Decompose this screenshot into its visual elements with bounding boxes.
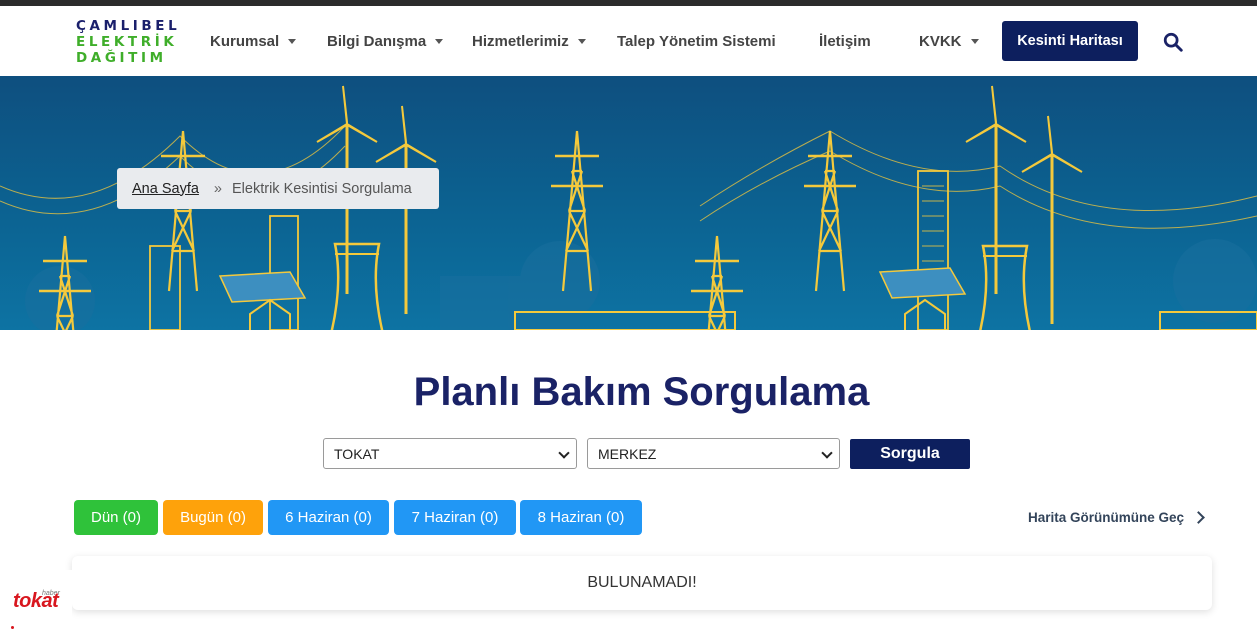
nav-label: Kurumsal — [210, 33, 280, 50]
query-button[interactable]: Sorgula — [850, 439, 970, 469]
hero-banner: Ana Sayfa » Elektrik Kesintisi Sorgulama — [0, 76, 1257, 330]
page-title: Planlı Bakım Sorgulama — [413, 370, 870, 414]
company-logo[interactable]: ÇAMLIBEL ELEKTRİK DAĞITIM — [76, 18, 186, 70]
logo-line-2: ELEKTRİK — [76, 34, 178, 50]
caret-down-icon — [288, 39, 297, 44]
search-icon[interactable] — [1162, 31, 1184, 53]
breadcrumb-current: Elektrik Kesintisi Sorgulama — [232, 180, 412, 197]
caret-down-icon — [577, 39, 586, 44]
tokat-haber-badge[interactable]: haber tokat — [10, 570, 72, 632]
tab-7-june[interactable]: 7 Haziran (0) — [394, 500, 516, 535]
tab-6-june[interactable]: 6 Haziran (0) — [268, 500, 389, 535]
nav-item-kvkk[interactable]: KVKK — [919, 33, 979, 50]
tab-8-june[interactable]: 8 Haziran (0) — [520, 500, 642, 535]
nav-item-bilgi-danisma[interactable]: Bilgi Danışma — [327, 33, 444, 50]
map-view-link-label: Harita Görünümüne Geç — [1028, 510, 1185, 525]
result-card: BULUNAMADI! — [72, 556, 1212, 610]
logo-line-1: ÇAMLIBEL — [76, 18, 181, 34]
map-view-link[interactable]: Harita Görünümüne Geç — [1028, 510, 1205, 525]
caret-down-icon — [970, 39, 979, 44]
tab-today[interactable]: Bugün (0) — [163, 500, 263, 535]
nav-item-talep-yonetim[interactable]: Talep Yönetim Sistemi — [617, 33, 776, 50]
city-select[interactable]: TOKAT — [323, 438, 577, 469]
breadcrumb-separator: » — [213, 180, 222, 197]
nav-item-hizmetlerimiz[interactable]: Hizmetlerimiz — [472, 33, 586, 50]
nav-label: Bilgi Danışma — [327, 33, 427, 50]
nav-label: İletişim — [819, 33, 871, 50]
nav-item-iletisim[interactable]: İletişim — [819, 33, 871, 50]
badge-logo-text: tokat — [13, 590, 59, 612]
nav-label: KVKK — [919, 33, 962, 50]
district-select[interactable]: MERKEZ — [587, 438, 840, 469]
chevron-down-icon — [821, 447, 833, 459]
breadcrumb-home-link[interactable]: Ana Sayfa — [132, 181, 199, 197]
result-message: BULUNAMADI! — [587, 574, 697, 591]
breadcrumb: Ana Sayfa » Elektrik Kesintisi Sorgulama — [117, 168, 439, 209]
chevron-right-icon — [1192, 511, 1205, 524]
tab-yesterday[interactable]: Dün (0) — [74, 500, 158, 535]
nav-label: Hizmetlerimiz — [472, 33, 569, 50]
caret-down-icon — [435, 39, 444, 44]
badge-dot — [11, 626, 14, 629]
district-select-value: MERKEZ — [598, 445, 657, 462]
site-header: ÇAMLIBEL ELEKTRİK DAĞITIM Kurumsal Bilgi… — [0, 6, 1257, 76]
outage-map-button[interactable]: Kesinti Haritası — [1002, 21, 1138, 61]
logo-line-3: DAĞITIM — [76, 50, 167, 66]
city-select-value: TOKAT — [334, 445, 380, 462]
nav-label: Talep Yönetim Sistemi — [617, 33, 776, 50]
chevron-down-icon — [558, 447, 570, 459]
nav-item-kurumsal[interactable]: Kurumsal — [210, 33, 297, 50]
